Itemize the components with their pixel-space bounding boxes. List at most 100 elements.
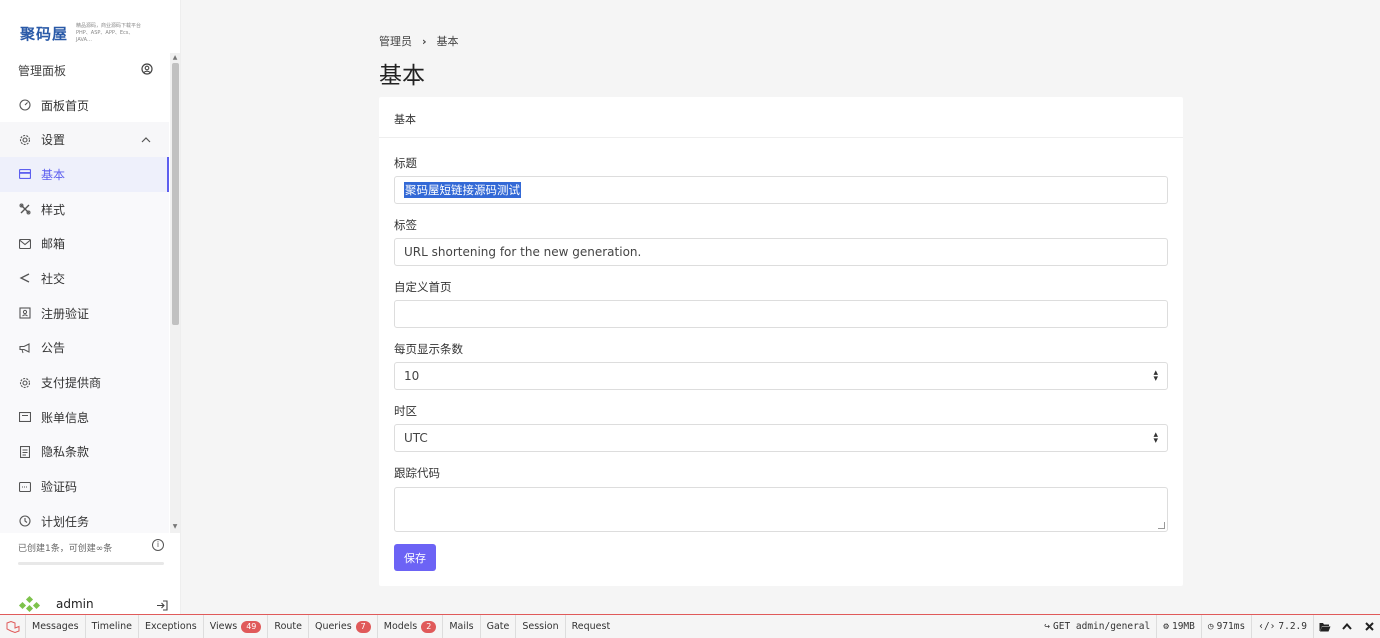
tab-label: Mails (449, 621, 474, 632)
custom-index-input[interactable] (394, 300, 1168, 328)
chevron-right-icon: › (422, 34, 427, 48)
timezone-select[interactable]: UTC ▴ ▾ (394, 424, 1168, 452)
code-icon: ‹/› (1258, 621, 1276, 632)
breadcrumb-parent[interactable]: 管理员 (379, 33, 412, 49)
per-page-label: 每页显示条数 (394, 342, 463, 356)
sidebar-item-label: 面板首页 (41, 98, 90, 113)
sidebar-item-social[interactable]: 社交 (0, 261, 169, 296)
per-page-select-value: 10 (404, 369, 420, 383)
debug-tab-request[interactable]: Request (566, 615, 617, 638)
scroll-down-arrow-icon[interactable]: ▼ (171, 523, 179, 531)
sidebar-item-general[interactable]: 基本 (0, 157, 169, 192)
card-header: 基本 (379, 97, 1183, 138)
clock-icon (18, 514, 32, 528)
user-profile[interactable]: admin (18, 594, 168, 614)
sidebar-item-label: 邮箱 (41, 237, 66, 252)
sidebar-item-style[interactable]: 样式 (0, 191, 169, 227)
debug-tab-views[interactable]: Views 49 (204, 615, 269, 638)
user-circle-icon[interactable] (141, 63, 153, 78)
settings-icon (18, 133, 32, 147)
count-badge: 7 (355, 620, 371, 633)
sidebar-item-label: 设置 (41, 133, 66, 148)
username: admin (56, 597, 94, 611)
tab-label: Timeline (91, 621, 132, 632)
tracking-code-label: 跟踪代码 (394, 466, 440, 480)
card-icon (18, 167, 32, 181)
php-version: ‹/› 7.2.9 (1252, 615, 1314, 638)
title-label: 标题 (394, 156, 417, 170)
sidebar-item-label: 社交 (41, 271, 66, 286)
sidebar-item-dashboard[interactable]: 面板首页 (0, 88, 169, 123)
debug-tab-route[interactable]: Route (268, 615, 309, 638)
tab-label: Models (383, 621, 418, 632)
tab-label: Queries (314, 621, 352, 632)
gear-icon (18, 376, 32, 390)
sidebar-item-privacy[interactable]: 隐私条款 (0, 434, 169, 470)
share-icon (18, 271, 32, 285)
sidebar-header: 管理面板 (0, 53, 169, 88)
tab-label: Session (522, 621, 559, 632)
mail-icon (18, 237, 32, 251)
count-badge: 2 (421, 620, 437, 633)
sidebar-item-captcha[interactable]: 验证码 (0, 469, 169, 504)
sidebar-item-label: 隐私条款 (41, 445, 90, 460)
sidebar-item-mail[interactable]: 邮箱 (0, 226, 169, 262)
title-input[interactable]: 聚码屋短链接源码测试 (394, 176, 1168, 204)
debugbar-stats: ↪ GET admin/general ⚙ 19MB ◷ 971ms ‹/› 7.2.9 (1038, 615, 1380, 638)
folder-open-icon[interactable] (1314, 615, 1336, 638)
tab-label: Messages (32, 621, 79, 632)
page-title: 基本 (379, 63, 425, 89)
info-icon[interactable]: i (152, 539, 164, 551)
clock-icon: ◷ (1207, 621, 1214, 632)
tagline-input[interactable]: URL shortening for the new generation. (394, 238, 1168, 266)
sidebar-item-label: 支付提供商 (41, 376, 102, 391)
sidebar-item-billing[interactable]: 账单信息 (0, 399, 169, 435)
resize-handle-icon[interactable] (1158, 522, 1165, 529)
close-icon[interactable] (1358, 615, 1380, 638)
time-text: 971ms (1216, 621, 1246, 632)
sidebar-item-registration[interactable]: 注册验证 (0, 295, 169, 331)
logo[interactable]: 聚码屋 精品源码，商业源码下载平台 PHP、ASP、APP、Ecs、JAVA… (0, 0, 180, 50)
quota-progress-bar (18, 562, 164, 565)
title-input-value: 聚码屋短链接源码测试 (404, 182, 521, 198)
sidebar-item-label: 账单信息 (41, 410, 90, 425)
tab-label: Exceptions (145, 621, 197, 632)
request-route[interactable]: ↪ GET admin/general (1038, 615, 1158, 638)
megaphone-icon (18, 341, 32, 355)
request-time: ◷ 971ms (1202, 615, 1253, 638)
breadcrumb-current: 基本 (436, 35, 459, 48)
chevron-up-icon[interactable] (1336, 615, 1358, 638)
debug-tab-mails[interactable]: Mails (443, 615, 481, 638)
debug-tab-messages[interactable]: Messages (26, 615, 86, 638)
sidebar-item-announcement[interactable]: 公告 (0, 330, 169, 366)
laravel-logo-icon[interactable] (0, 615, 26, 638)
debug-tab-queries[interactable]: Queries 7 (309, 615, 378, 638)
memory-usage: ⚙ 19MB (1157, 615, 1202, 638)
breadcrumb: 管理员 › 基本 (379, 33, 459, 49)
tagline-input-value: URL shortening for the new generation. (404, 245, 642, 259)
sidebar-item-settings[interactable]: 设置 (0, 122, 169, 158)
sidebar-item-payment[interactable]: 支付提供商 (0, 365, 169, 400)
save-button[interactable]: 保存 (394, 544, 436, 571)
per-page-select[interactable]: 10 ▴ ▾ (394, 362, 1168, 390)
debug-tab-timeline[interactable]: Timeline (86, 615, 139, 638)
scroll-thumb[interactable] (172, 63, 179, 325)
tracking-code-textarea[interactable] (394, 487, 1168, 532)
sidebar-item-label: 注册验证 (41, 306, 90, 321)
debug-tab-exceptions[interactable]: Exceptions (139, 615, 204, 638)
scroll-up-arrow-icon[interactable]: ▲ (171, 54, 179, 62)
select-caret-icon: ▴ ▾ (1153, 430, 1158, 446)
captcha-icon (18, 480, 32, 494)
request-route-text: GET admin/general (1053, 621, 1151, 632)
general-settings-card: 基本 标题 聚码屋短链接源码测试 标签 URL shortening for t… (379, 97, 1183, 586)
logout-icon[interactable] (156, 600, 168, 614)
sidebar-item-label: 基本 (41, 167, 66, 182)
debug-tab-gate[interactable]: Gate (481, 615, 517, 638)
debug-tab-session[interactable]: Session (516, 615, 566, 638)
debug-tab-models[interactable]: Models 2 (378, 615, 444, 638)
link-quota: 已创建1条，可创建∞条 i (18, 539, 166, 554)
sidebar-item-cron[interactable]: 计划任务 (0, 503, 169, 533)
sidebar-scrollbar[interactable]: ▲ ▼ (170, 53, 180, 533)
tab-label: Views (209, 621, 238, 632)
sidebar-item-label: 样式 (41, 202, 66, 217)
